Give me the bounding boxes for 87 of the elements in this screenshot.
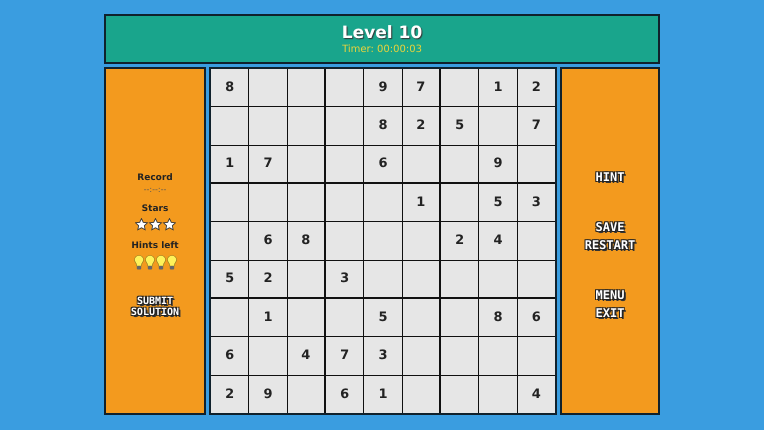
sudoku-cell[interactable] <box>440 69 478 106</box>
sudoku-cell[interactable] <box>402 260 439 297</box>
sudoku-cell[interactable] <box>479 260 517 297</box>
sudoku-cell[interactable] <box>440 184 478 222</box>
sudoku-cell[interactable] <box>211 107 248 145</box>
sudoku-cell[interactable]: 1 <box>402 184 439 222</box>
sudoku-cell[interactable]: 2 <box>211 376 248 413</box>
sudoku-cell[interactable] <box>364 260 402 297</box>
sudoku-cell[interactable] <box>249 69 287 106</box>
sudoku-cell[interactable] <box>211 298 248 336</box>
sudoku-cell[interactable] <box>479 107 517 145</box>
sudoku-cell[interactable] <box>211 184 248 222</box>
sudoku-cell[interactable] <box>326 69 364 106</box>
sudoku-cell[interactable]: 2 <box>440 222 478 260</box>
sudoku-cell[interactable]: 4 <box>288 337 324 375</box>
sudoku-cell[interactable] <box>249 337 287 375</box>
sudoku-cell[interactable] <box>288 260 324 297</box>
sudoku-cell[interactable]: 1 <box>364 376 402 413</box>
level-title: Level 10 <box>342 23 422 43</box>
sudoku-cell[interactable] <box>288 376 324 413</box>
sudoku-cell[interactable] <box>518 337 555 375</box>
sudoku-cell[interactable] <box>402 337 439 375</box>
sudoku-cell[interactable]: 1 <box>211 146 248 182</box>
sudoku-cell[interactable] <box>402 222 439 260</box>
sudoku-cell[interactable]: 6 <box>326 376 364 413</box>
sudoku-cell[interactable] <box>326 184 364 222</box>
sudoku-cell[interactable]: 8 <box>479 298 517 336</box>
sudoku-cell[interactable] <box>364 222 402 260</box>
sudoku-cell[interactable] <box>249 184 287 222</box>
sudoku-cell[interactable]: 3 <box>518 184 555 222</box>
sudoku-cell[interactable] <box>288 184 324 222</box>
record-time: --:--:-- <box>144 185 166 194</box>
sudoku-cell[interactable]: 5 <box>440 107 478 145</box>
sudoku-cell[interactable]: 9 <box>364 69 402 106</box>
sudoku-cell[interactable] <box>288 298 324 336</box>
sudoku-cell[interactable] <box>479 337 517 375</box>
sudoku-cell[interactable] <box>402 298 439 336</box>
sudoku-cell[interactable] <box>402 146 439 182</box>
sudoku-cell[interactable]: 9 <box>479 146 517 182</box>
sudoku-cell[interactable] <box>326 146 364 182</box>
sudoku-cell[interactable]: 4 <box>518 376 555 413</box>
sudoku-cell[interactable] <box>288 107 324 145</box>
sudoku-cell[interactable] <box>364 184 402 222</box>
sudoku-cell[interactable]: 6 <box>364 146 402 182</box>
sudoku-cell[interactable] <box>249 107 287 145</box>
sudoku-cell[interactable]: 3 <box>364 337 402 375</box>
sudoku-cell[interactable] <box>518 260 555 297</box>
sudoku-cell[interactable]: 5 <box>479 184 517 222</box>
sudoku-cell[interactable] <box>288 146 324 182</box>
sudoku-cell[interactable]: 8 <box>364 107 402 145</box>
sudoku-cell[interactable]: 8 <box>211 69 248 106</box>
sudoku-cell[interactable] <box>326 298 364 336</box>
sudoku-cell[interactable] <box>440 337 478 375</box>
sudoku-cell[interactable]: 6 <box>211 337 248 375</box>
sudoku-cell[interactable]: 5 <box>211 260 248 297</box>
sudoku-cell[interactable]: 2 <box>249 260 287 297</box>
sudoku-cell[interactable]: 4 <box>479 222 517 260</box>
sudoku-cell[interactable] <box>518 222 555 260</box>
sudoku-cell[interactable]: 3 <box>326 260 364 297</box>
sudoku-cell[interactable] <box>326 222 364 260</box>
sudoku-cell[interactable]: 7 <box>249 146 287 182</box>
sudoku-cell[interactable] <box>440 260 478 297</box>
sudoku-cell[interactable]: 1 <box>479 69 517 106</box>
sudoku-cell[interactable]: 2 <box>518 69 555 106</box>
timer-text: Timer: 00:00:03 <box>342 44 422 55</box>
sudoku-cell[interactable] <box>479 376 517 413</box>
sudoku-cell[interactable]: 7 <box>402 69 439 106</box>
sudoku-cell[interactable] <box>402 376 439 413</box>
sudoku-cell[interactable]: 1 <box>249 298 287 336</box>
sudoku-cell[interactable]: 2 <box>402 107 439 145</box>
sudoku-cell[interactable]: 9 <box>249 376 287 413</box>
sudoku-cell[interactable] <box>326 107 364 145</box>
stars-label: Stars <box>142 204 168 214</box>
hints-left-label: Hints left <box>131 241 179 251</box>
sudoku-cell[interactable] <box>211 222 248 260</box>
sudoku-cell[interactable]: 6 <box>249 222 287 260</box>
sudoku-cell[interactable] <box>440 376 478 413</box>
sudoku-cell[interactable]: 7 <box>326 337 364 375</box>
sudoku-cell[interactable] <box>288 69 324 106</box>
sudoku-cell[interactable] <box>440 146 478 182</box>
sudoku-cell[interactable] <box>518 146 555 182</box>
sudoku-cell[interactable]: 8 <box>288 222 324 260</box>
sudoku-cell[interactable]: 5 <box>364 298 402 336</box>
sudoku-cell[interactable] <box>440 298 478 336</box>
sudoku-cell[interactable]: 6 <box>518 298 555 336</box>
record-label: Record <box>137 173 173 183</box>
sudoku-cell[interactable]: 7 <box>518 107 555 145</box>
